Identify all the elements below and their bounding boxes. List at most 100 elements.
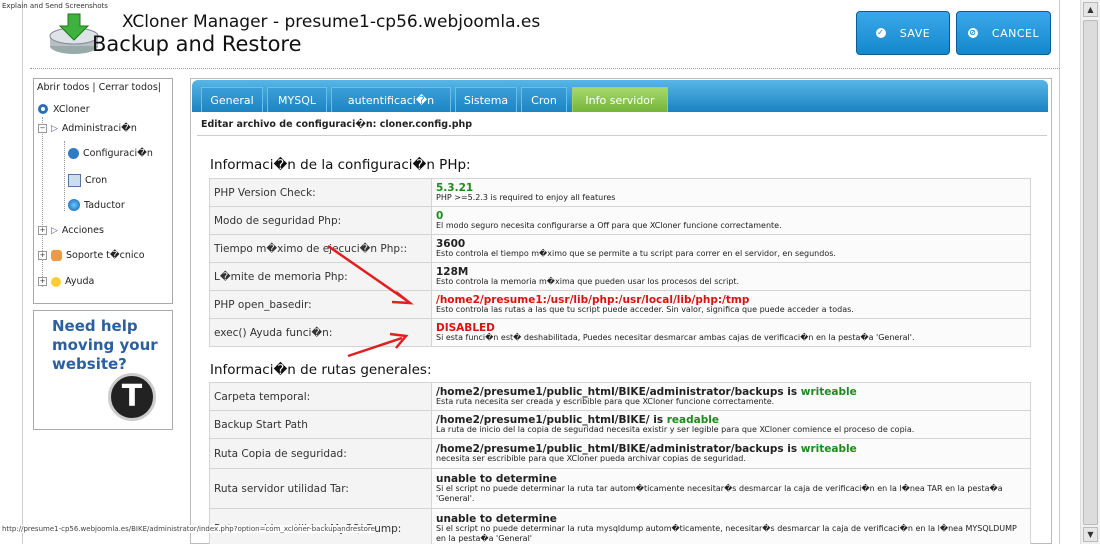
row-value-cell: 3600 Esto controla el tiempo m�ximo que … <box>431 234 1031 263</box>
sidebar-item-label: Administraci�n <box>61 123 137 134</box>
sidebar-item-taductor[interactable]: Taductor <box>68 199 125 211</box>
tab-bar: General MYSQL autentificaci�n Sistema Cr… <box>192 80 1048 112</box>
triangle-icon: ▷ <box>51 225 58 236</box>
row-value-cell: 5.3.21 PHP >=5.2.3 is required to enjoy … <box>431 178 1031 207</box>
check-icon: ✓ <box>875 28 886 38</box>
row-value-cell: DISABLED Si esta funci�n est� deshabilit… <box>431 318 1031 347</box>
exec-value: DISABLED <box>436 321 495 334</box>
row-desc: El modo seguro necesita configurarse a O… <box>436 220 782 230</box>
sidebar-item-acciones[interactable]: + ▷ Acciones <box>38 225 104 236</box>
memory-limit-value: 128M <box>436 265 469 278</box>
mysqldump-path-value: unable to determine <box>436 512 557 525</box>
row-desc: necesita ser escribible para que XCloner… <box>436 453 746 463</box>
collapse-icon[interactable]: − <box>38 124 47 133</box>
tree-line <box>42 117 43 287</box>
page-title: Backup and Restore <box>92 32 302 56</box>
sidebar-item-label: Taductor <box>84 199 125 211</box>
path-status: readable <box>666 413 719 426</box>
row-desc: Si el script no puede determinar la ruta… <box>436 523 1017 543</box>
expand-icon[interactable]: + <box>38 251 47 260</box>
row-value-cell: unable to determine Si el script no pued… <box>431 508 1031 544</box>
row-value-cell: /home2/presume1/public_html/BIKE/adminis… <box>431 438 1031 469</box>
tab-sistema[interactable]: Sistema <box>455 87 517 112</box>
cancel-label: CANCEL <box>991 26 1040 40</box>
header: XCloner Manager - presume1-cp56.webjooml… <box>30 0 1060 69</box>
php-section-title: Informaci�n de la configuraci�n PHp: <box>210 157 471 173</box>
table-row: Ruta servidor utilidad Tar: unable to de… <box>209 468 1031 509</box>
support-icon <box>51 250 62 261</box>
gear-icon <box>68 148 79 159</box>
manager-title: XCloner Manager - presume1-cp56.webjooml… <box>122 12 541 32</box>
edit-config-line: Editar archivo de configuraci�n: cloner.… <box>197 114 1047 136</box>
tree-line <box>64 141 65 211</box>
status-bar-url: http://presume1-cp56.webjoomla.es/BIKE/a… <box>2 525 375 533</box>
sidebar-item-label: XCloner <box>53 103 90 115</box>
save-button[interactable]: ✓ SAVE <box>856 11 950 55</box>
row-desc: PHP >=5.2.3 is required to enjoy all fea… <box>436 192 616 202</box>
sidebar: Abrir todos | Cerrar todos| XCloner − ▷ … <box>33 78 173 304</box>
help-ad-logo: T <box>108 373 156 421</box>
row-value-cell: /home2/presume1:/usr/lib/php:/usr/local/… <box>431 290 1031 319</box>
sidebar-item-configuracion[interactable]: Configuraci�n <box>68 148 153 159</box>
table-row: PHP Version Check: 5.3.21 PHP >=5.2.3 is… <box>209 178 1031 207</box>
row-value-cell: /home2/presume1/public_html/BIKE/ is rea… <box>431 410 1031 439</box>
scroll-thumb[interactable] <box>1083 20 1098 525</box>
sidebar-item-label: Configuraci�n <box>83 148 153 159</box>
path-value: /home2/presume1/public_html/BIKE/adminis… <box>436 385 801 398</box>
sidebar-item-label: Cron <box>85 175 108 186</box>
open-basedir-value: /home2/presume1:/usr/lib/php:/usr/local/… <box>436 293 750 306</box>
tab-general[interactable]: General <box>201 87 263 112</box>
row-desc: Esto controla la memoria m�xima que pued… <box>436 276 740 286</box>
sidebar-item-label: Acciones <box>61 225 104 236</box>
expand-icon[interactable]: + <box>38 277 47 286</box>
expand-icon[interactable]: + <box>38 226 47 235</box>
cancel-icon: ⊘ <box>967 28 978 38</box>
scroll-up-icon[interactable]: ▲ <box>1083 2 1098 17</box>
row-label: Ruta Copia de seguridad: <box>209 438 432 469</box>
tab-mysql[interactable]: MYSQL <box>267 87 327 112</box>
tab-autentificacion[interactable]: autentificaci�n <box>331 87 451 112</box>
vertical-scrollbar[interactable]: ▲ ▼ <box>1080 0 1100 544</box>
paths-info-table: Carpeta temporal: /home2/presume1/public… <box>209 382 1031 544</box>
row-desc: Esto controla las rutas a las que tu scr… <box>436 304 854 314</box>
row-label: Backup Start Path <box>209 410 432 439</box>
screenshot-note: Explain and Send Screenshots <box>2 2 108 10</box>
page: XCloner Manager - presume1-cp56.webjooml… <box>0 0 1080 544</box>
tab-cron[interactable]: Cron <box>521 87 567 112</box>
triangle-icon: ▷ <box>51 123 58 134</box>
sidebar-item-soporte[interactable]: + Soporte t�cnico <box>38 250 145 261</box>
globe-icon <box>68 199 80 211</box>
row-desc: La ruta de inicio del la copia de seguri… <box>436 424 915 434</box>
help-ad[interactable]: Need help moving your website? T <box>33 310 173 430</box>
tab-info-servidor[interactable]: Info servidor <box>572 87 668 112</box>
safe-mode-value: 0 <box>436 209 444 222</box>
row-desc: Si el script no puede determinar la ruta… <box>436 483 1003 503</box>
annotation-arrows-icon <box>327 244 414 358</box>
row-label: Ruta servidor utilidad Tar: <box>209 468 432 509</box>
php-version-value: 5.3.21 <box>436 181 474 194</box>
table-row: Backup Start Path /home2/presume1/public… <box>209 410 1031 439</box>
tar-path-value: unable to determine <box>436 472 557 485</box>
table-row: Ruta Copia de seguridad: /home2/presume1… <box>209 438 1031 469</box>
path-status: writeable <box>800 442 857 455</box>
sidebar-item-ayuda[interactable]: + Ayuda <box>38 276 94 287</box>
table-row: Carpeta temporal: /home2/presume1/public… <box>209 382 1031 411</box>
row-value-cell: /home2/presume1/public_html/BIKE/adminis… <box>431 382 1031 411</box>
cancel-button[interactable]: ⊘ CANCEL <box>956 11 1051 55</box>
save-label: SAVE <box>899 26 931 40</box>
row-label: Carpeta temporal: <box>209 382 432 411</box>
path-status: writeable <box>800 385 857 398</box>
sidebar-item-xcloner[interactable]: XCloner <box>37 103 90 115</box>
row-value-cell: 0 El modo seguro necesita configurarse a… <box>431 206 1031 235</box>
path-value: /home2/presume1/public_html/BIKE/ is <box>436 413 667 426</box>
scroll-down-icon[interactable]: ▼ <box>1083 527 1098 542</box>
row-label: PHP Version Check: <box>209 178 432 207</box>
sidebar-item-administracion[interactable]: − ▷ Administraci�n <box>38 123 137 134</box>
row-desc: Si esta funci�n est� deshabilitada, Pued… <box>436 332 915 342</box>
calendar-icon <box>68 174 81 187</box>
expand-collapse-links[interactable]: Abrir todos | Cerrar todos| <box>37 82 161 93</box>
row-value-cell: unable to determine Si el script no pued… <box>431 468 1031 509</box>
sidebar-item-cron[interactable]: Cron <box>68 174 107 187</box>
path-value: /home2/presume1/public_html/BIKE/adminis… <box>436 442 801 455</box>
row-label: Modo de seguridad Php: <box>209 206 432 235</box>
